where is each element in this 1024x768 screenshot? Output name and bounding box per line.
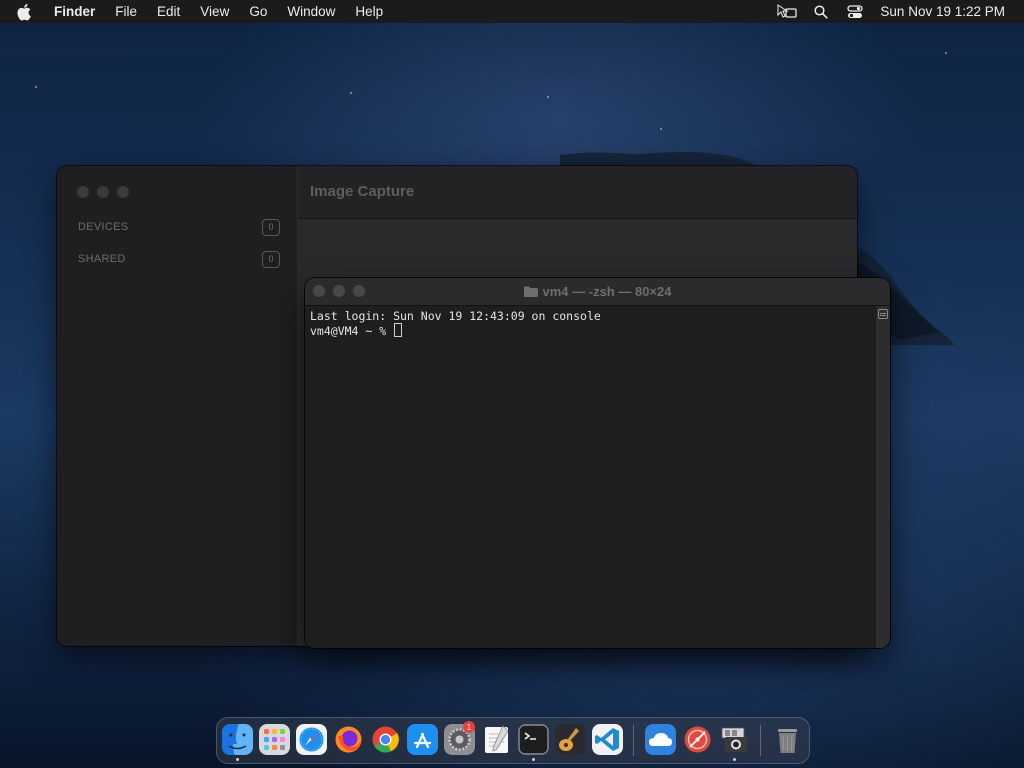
menu-extras: Sun Nov 19 1:22 PM [770,0,1024,23]
firefox-icon[interactable] [333,724,364,755]
menu-window[interactable]: Window [287,4,335,19]
garageband-icon[interactable] [555,724,586,755]
window-controls [77,186,129,198]
image-capture-icon[interactable] [719,724,750,755]
sidebar-item-shared[interactable]: SHARED 0 [78,249,280,269]
close-button[interactable] [77,186,89,198]
screen-mirroring-icon[interactable] [770,0,804,23]
notification-badge: 1 [463,721,475,733]
sidebar-item-label: SHARED [78,253,126,265]
terminal-prompt-line: vm4@VM4 ~ % [310,323,870,338]
running-indicator [236,758,239,761]
grapher-icon[interactable] [682,724,713,755]
sidebar-item-devices[interactable]: DEVICES 0 [78,217,280,237]
terminal-window: vm4 — -zsh — 80×24 Last login: Sun Nov 1… [305,278,890,648]
control-center-icon[interactable] [838,0,872,23]
menu-edit[interactable]: Edit [157,4,180,19]
wallpaper-star [35,86,37,88]
terminal-titlebar[interactable]: vm4 — -zsh — 80×24 [305,278,890,306]
safari-icon[interactable] [296,724,327,755]
sidebar-count-badge: 0 [262,218,280,236]
menu-bar: Finder File Edit View Go Window Help Sun… [0,0,1024,23]
terminal-output[interactable]: Last login: Sun Nov 19 12:43:09 on conso… [305,306,875,648]
minimize-button[interactable] [97,186,109,198]
menu-clock[interactable]: Sun Nov 19 1:22 PM [880,4,1005,19]
terminal-icon[interactable] [518,724,549,755]
sidebar-item-label: DEVICES [78,221,129,233]
dock-separator [633,725,634,756]
terminal-scrollbar[interactable] [875,306,890,648]
terminal-prompt: vm4@VM4 ~ % [310,324,394,338]
textedit-icon[interactable] [481,724,512,755]
running-indicator [532,758,535,761]
wallpaper-star [547,96,549,98]
image-capture-sidebar: DEVICES 0 SHARED 0 [57,166,298,646]
apple-logo-icon[interactable] [16,0,38,23]
trash-icon[interactable] [772,724,803,755]
weather-icon[interactable] [645,724,676,755]
menu-help[interactable]: Help [355,4,383,19]
text-cursor [394,323,403,337]
wallpaper-star [350,92,352,94]
terminal-title-text: vm4 — -zsh — 80×24 [542,284,672,299]
menu-file[interactable]: File [115,4,137,19]
chrome-icon[interactable] [370,724,401,755]
dock-separator [760,725,761,756]
app-store-icon[interactable] [407,724,438,755]
split-pane-icon[interactable] [878,309,888,319]
finder-icon[interactable] [222,724,253,755]
zoom-button[interactable] [117,186,129,198]
menu-app-name[interactable]: Finder [54,4,95,19]
dock [216,717,810,764]
sidebar-count-badge: 0 [262,250,280,268]
menu-view[interactable]: View [200,4,229,19]
wallpaper-star [945,52,947,54]
wallpaper-star [660,128,662,130]
running-indicator [733,758,736,761]
search-icon[interactable] [804,0,838,23]
launchpad-icon[interactable] [259,724,290,755]
terminal-line: Last login: Sun Nov 19 12:43:09 on conso… [310,309,601,323]
image-capture-toolbar: Image Capture [298,166,857,219]
vscode-icon[interactable] [592,724,623,755]
terminal-title: vm4 — -zsh — 80×24 [305,278,890,305]
window-title: Image Capture [310,183,415,200]
folder-icon [523,286,538,297]
menu-go[interactable]: Go [249,4,267,19]
